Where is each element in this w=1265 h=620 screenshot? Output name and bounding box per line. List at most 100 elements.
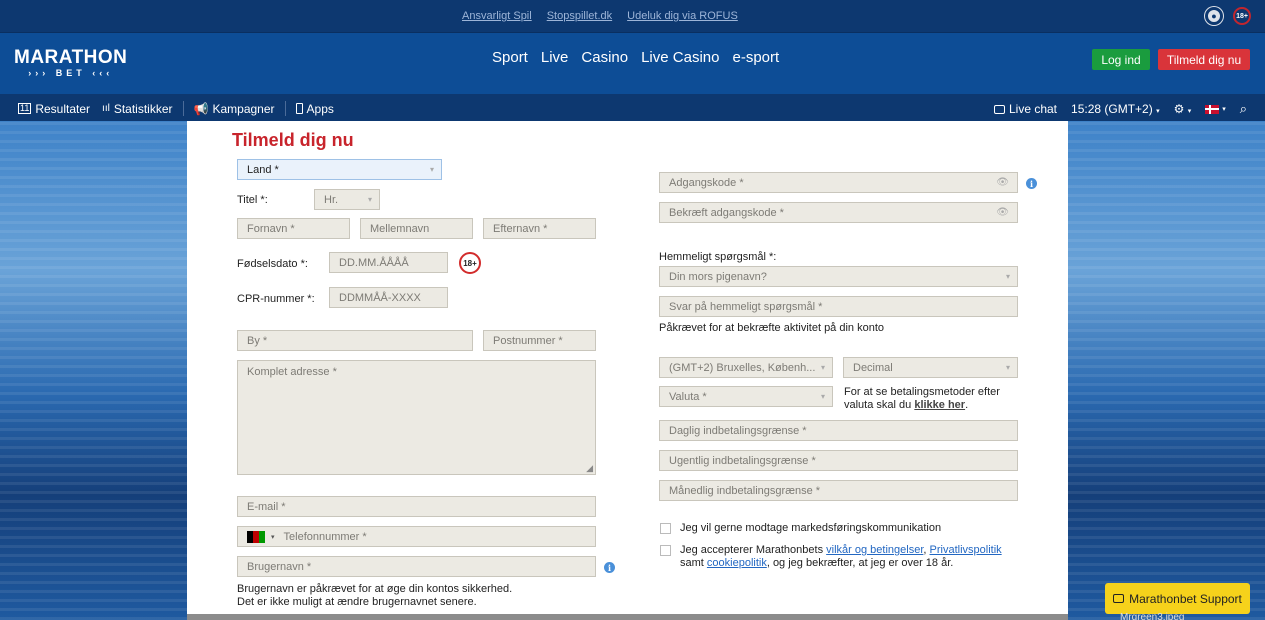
background-file-label: Mrgreen3.jpeg — [1120, 612, 1185, 620]
currency-value: Valuta * — [669, 390, 707, 403]
terms-link[interactable]: vilkår og betingelser — [826, 544, 923, 556]
address-textarea[interactable]: Komplet adresse * ◢ — [237, 360, 596, 475]
signup-button[interactable]: Tilmeld dig nu — [1158, 49, 1250, 70]
terms-text-1: Jeg accepterer Marathonbets — [680, 544, 824, 556]
live-chat-link[interactable]: Live chat — [993, 102, 1057, 116]
cookie-link[interactable]: cookiepolitik — [707, 557, 767, 569]
megaphone-icon: 📢 — [193, 101, 209, 116]
last-name-input[interactable]: Efternavn * — [483, 218, 596, 239]
phone-input[interactable]: ▾ Telefonnummer * — [237, 526, 596, 547]
currency-select[interactable]: Valuta * ▾ — [659, 386, 833, 407]
odds-format-select[interactable]: Decimal ▾ — [843, 357, 1018, 378]
nav-sport[interactable]: Sport — [492, 49, 528, 66]
support-chat-button[interactable]: Marathonbet Support — [1105, 583, 1250, 614]
dob-input[interactable]: DD.MM.ÅÅÅÅ — [329, 252, 448, 273]
postal-code-input[interactable]: Postnummer * — [483, 330, 596, 351]
currency-note-1: For at se betalingsmetoder efter — [844, 386, 1000, 398]
username-info-icon[interactable]: i — [604, 562, 615, 573]
promos-label: Kampagner — [212, 101, 275, 116]
phone-icon — [295, 103, 303, 114]
chevron-down-icon: ▾ — [1156, 108, 1160, 115]
currency-note-2: valuta skal du klikke her. — [844, 399, 969, 411]
bar-chart-icon: ııl — [102, 103, 110, 114]
time-selector[interactable]: 15:28 (GMT+2) ▾ — [1071, 102, 1160, 116]
chevron-down-icon: ▾ — [271, 533, 275, 541]
responsible-gaming-link[interactable]: Ansvarligt Spil — [462, 10, 532, 22]
secret-question-select[interactable]: Din mors pigenavn? ▾ — [659, 266, 1018, 287]
login-button[interactable]: Log ind — [1092, 49, 1150, 70]
title-value: Hr. — [324, 193, 339, 206]
privacy-link[interactable]: Privatlivspolitik — [930, 544, 1002, 556]
gaming-authority-icon[interactable]: ● — [1205, 7, 1223, 25]
settings-menu[interactable]: ⚙ ▾ — [1174, 102, 1192, 116]
email-input[interactable]: E-mail * — [237, 496, 596, 517]
promos-link[interactable]: 📢 Kampagner — [194, 102, 275, 116]
country-select[interactable]: Land * ▾ — [237, 159, 442, 180]
password-input[interactable]: Adgangskode * 👁 — [659, 172, 1018, 193]
timezone-value: (GMT+2) Bruxelles, Københ... — [669, 361, 816, 374]
chevron-down-icon: ▾ — [1187, 108, 1192, 115]
afghanistan-flag-icon[interactable] — [247, 530, 265, 543]
rofus-link[interactable]: Udeluk dig via ROFUS — [627, 10, 738, 22]
time-label: 15:28 (GMT+2) — [1071, 102, 1153, 116]
city-input[interactable]: By * — [237, 330, 473, 351]
form-title: Tilmeld dig nu — [232, 130, 354, 150]
marketing-checkbox[interactable] — [660, 523, 671, 534]
first-name-input[interactable]: Fornavn * — [237, 218, 350, 239]
apps-label: Apps — [306, 101, 334, 116]
age-limit-icon: 18+ — [1233, 7, 1251, 25]
eye-icon[interactable]: 👁 — [996, 177, 1009, 188]
daily-limit-input[interactable]: Daglig indbetalingsgrænse * — [659, 420, 1018, 441]
chevron-down-icon: ▾ — [820, 363, 825, 372]
country-label: Land * — [247, 163, 279, 176]
sub-nav: 11 Resultater ııl Statistikker 📢 Kampagn… — [0, 94, 1265, 121]
dob-label: Fødselsdato *: — [237, 258, 308, 270]
monthly-limit-input[interactable]: Månedlig indbetalingsgrænse * — [659, 480, 1018, 501]
marathon-logo[interactable]: MARATHON ››› BET ‹‹‹ — [14, 47, 127, 78]
chevron-down-icon: ▾ — [820, 392, 825, 401]
secret-answer-input[interactable]: Svar på hemmeligt spørgsmål * — [659, 296, 1018, 317]
middle-name-input[interactable]: Mellemnavn — [360, 218, 473, 239]
weekly-limit-input[interactable]: Ugentlig indbetalingsgrænse * — [659, 450, 1018, 471]
title-label: Titel *: — [237, 194, 268, 206]
stopspillet-link[interactable]: Stopspillet.dk — [547, 10, 612, 22]
subnav-right: Live chat 15:28 (GMT+2) ▾ ⚙ ▾ ▾ ⌕ — [993, 101, 1247, 117]
username-note-2: Det er ikke muligt at ændre brugernavnet… — [237, 596, 477, 608]
results-link[interactable]: 11 Resultater — [18, 102, 90, 116]
language-selector[interactable]: ▾ — [1205, 104, 1226, 114]
currency-click-here-link[interactable]: klikke her — [914, 399, 965, 411]
divider — [182, 101, 184, 116]
address-placeholder: Komplet adresse * — [247, 366, 337, 378]
password-confirm-placeholder: Bekræft adgangskode * — [669, 206, 784, 219]
scoreboard-icon: 11 — [18, 103, 32, 114]
cpr-input[interactable]: DDMMÅÅ-XXXX — [329, 287, 448, 308]
chevron-down-icon: ▾ — [1005, 272, 1010, 281]
username-note-1: Brugernavn er påkrævet for at øge din ko… — [237, 583, 513, 595]
timezone-select[interactable]: (GMT+2) Bruxelles, Københ... ▾ — [659, 357, 833, 378]
odds-format-value: Decimal — [853, 361, 893, 374]
chevron-down-icon: ▾ — [1005, 363, 1010, 372]
password-placeholder: Adgangskode * — [669, 176, 744, 189]
nav-esport[interactable]: e-sport — [732, 49, 779, 66]
divider — [284, 101, 286, 116]
nav-live[interactable]: Live — [541, 49, 569, 66]
support-label: Marathonbet Support — [1129, 591, 1242, 606]
apps-link[interactable]: Apps — [295, 101, 334, 116]
stats-link[interactable]: ııl Statistikker — [102, 102, 172, 116]
logo-subtext: ››› BET ‹‹‹ — [28, 68, 114, 78]
password-info-icon[interactable]: i — [1026, 178, 1037, 189]
title-select[interactable]: Hr. ▾ — [314, 189, 380, 210]
age-18-badge: 18+ — [459, 252, 481, 274]
logo-text: MARATHON — [14, 47, 128, 68]
terms-checkbox[interactable] — [660, 545, 671, 556]
gear-icon: ⚙ — [1173, 102, 1185, 116]
username-input[interactable]: Brugernavn * — [237, 556, 596, 577]
resize-handle-icon[interactable]: ◢ — [586, 463, 593, 474]
eye-icon[interactable]: 👁 — [996, 207, 1009, 218]
search-icon[interactable]: ⌕ — [1240, 101, 1247, 117]
nav-live-casino[interactable]: Live Casino — [641, 49, 719, 66]
nav-casino[interactable]: Casino — [581, 49, 628, 66]
subnav-left: 11 Resultater ııl Statistikker 📢 Kampagn… — [18, 101, 334, 116]
password-confirm-input[interactable]: Bekræft adgangskode * 👁 — [659, 202, 1018, 223]
marketing-label: Jeg vil gerne modtage markedsføringskomm… — [680, 522, 942, 534]
